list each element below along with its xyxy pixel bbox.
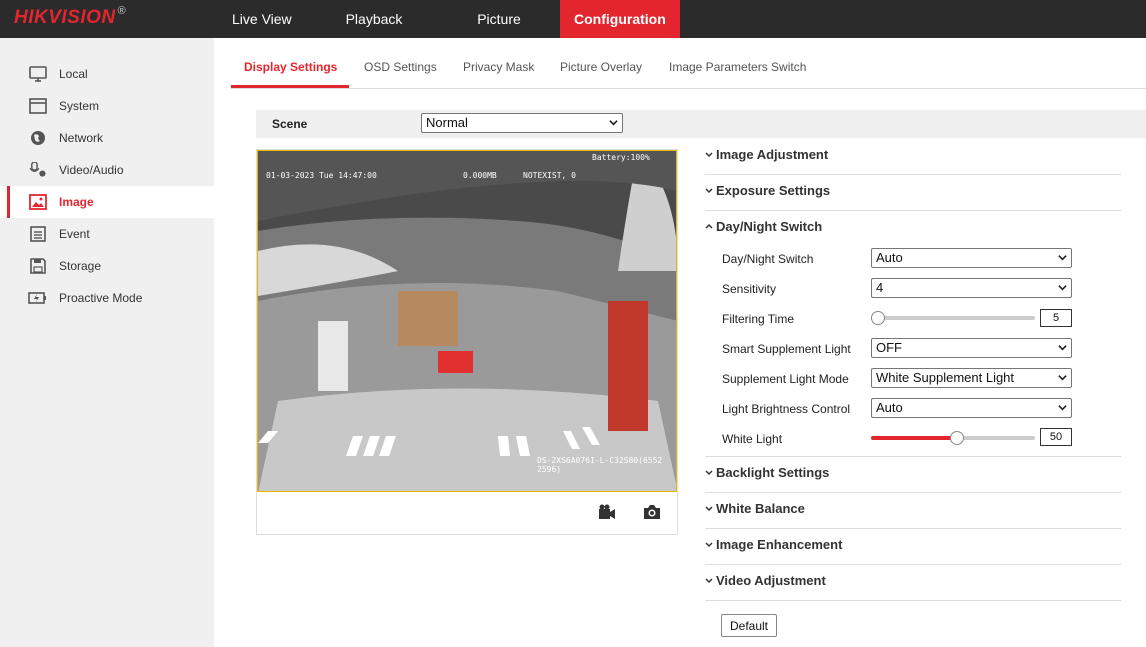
video-scene (258, 151, 676, 491)
sidebar-item-proactive-mode[interactable]: Proactive Mode (0, 282, 214, 314)
osd-storage: 0.000MB (463, 171, 497, 180)
tab-privacy-mask[interactable]: Privacy Mask (463, 60, 534, 74)
filtering-time-slider[interactable] (871, 316, 1035, 320)
tab-image-parameters-switch[interactable]: Image Parameters Switch (669, 60, 806, 74)
record-icon[interactable] (598, 504, 616, 520)
osd-status: NOTEXIST, 0 (523, 171, 576, 180)
sidebar-item-label: Network (59, 131, 104, 145)
sidebar-item-storage[interactable]: Storage (0, 250, 214, 282)
smart-supplement-light-select[interactable]: OFF (871, 338, 1072, 358)
battery-icon (28, 292, 46, 304)
white-light-slider-fill (871, 436, 956, 440)
section-image-enhancement[interactable]: Image Enhancement (705, 537, 1121, 565)
chevron-down-icon (705, 578, 713, 584)
nav-live-view[interactable]: Live View (214, 0, 310, 38)
white-light-label: White Light (722, 432, 783, 446)
settings-tabs: Display Settings OSD Settings Privacy Ma… (231, 48, 1146, 89)
supplement-light-mode-label: Supplement Light Mode (722, 372, 849, 386)
chevron-down-icon (1058, 405, 1067, 411)
chevron-down-icon (705, 542, 713, 548)
sensitivity-label: Sensitivity (722, 282, 777, 296)
sidebar-item-image[interactable]: Image (0, 186, 214, 218)
filtering-time-label: Filtering Time (722, 312, 795, 326)
section-video-adjustment[interactable]: Video Adjustment (705, 573, 1121, 601)
sidebar-item-network[interactable]: Network (0, 122, 214, 154)
save-icon (30, 258, 46, 274)
nav-configuration[interactable]: Configuration (560, 0, 680, 38)
daynight-switch-select[interactable]: Auto (871, 248, 1072, 268)
section-exposure-settings[interactable]: Exposure Settings (705, 183, 1121, 211)
globe-icon (31, 131, 45, 145)
filtering-time-slider-handle[interactable] (871, 311, 885, 325)
osd-datetime: 01-03-2023 Tue 14:47:00 (266, 171, 377, 180)
sidebar-item-label: Local (59, 67, 88, 81)
chevron-down-icon (1058, 255, 1067, 261)
section-image-adjustment[interactable]: Image Adjustment (705, 147, 1121, 175)
sidebar: Local System Network Video/Audio Image E… (0, 38, 214, 647)
calendar-icon (30, 226, 46, 242)
sidebar-item-system[interactable]: System (0, 90, 214, 122)
supplement-light-mode-select[interactable]: White Supplement Light (871, 368, 1072, 388)
top-nav: Live View Playback Picture Configuration (214, 0, 680, 38)
chevron-down-icon (705, 188, 713, 194)
tab-osd-settings[interactable]: OSD Settings (364, 60, 437, 74)
section-backlight-settings[interactable]: Backlight Settings (705, 465, 1121, 493)
image-icon (29, 194, 47, 210)
sidebar-item-local[interactable]: Local (0, 58, 214, 90)
sensitivity-select[interactable]: 4 (871, 278, 1072, 298)
sidebar-item-video-audio[interactable]: Video/Audio (0, 154, 214, 186)
chevron-up-icon (705, 223, 713, 229)
sidebar-item-event[interactable]: Event (0, 218, 214, 250)
smart-supplement-light-label: Smart Supplement Light (722, 342, 851, 356)
chevron-down-icon (609, 120, 618, 126)
section-white-balance[interactable]: White Balance (705, 501, 1121, 529)
sidebar-item-label: System (59, 99, 100, 113)
white-light-slider-handle[interactable] (950, 431, 964, 445)
chevron-down-icon (1058, 345, 1067, 351)
chevron-down-icon (705, 470, 713, 476)
active-indicator (7, 186, 10, 218)
sidebar-item-label: Video/Audio (59, 163, 124, 177)
active-tab-underline (231, 85, 349, 88)
sidebar-item-label: Storage (59, 259, 102, 273)
osd-battery: Battery:100% (592, 153, 650, 162)
system-icon (29, 98, 47, 114)
nav-playback[interactable]: Playback (310, 0, 438, 38)
live-video: 01-03-2023 Tue 14:47:00 0.000MB NOTEXIST… (257, 150, 677, 492)
light-brightness-control-label: Light Brightness Control (722, 402, 851, 416)
tab-display-settings[interactable]: Display Settings (244, 60, 337, 74)
monitor-icon (29, 66, 47, 82)
osd-model: DS-2XS6A076I-L-C32S80(6552 2596) (537, 456, 663, 474)
tab-picture-overlay[interactable]: Picture Overlay (560, 60, 642, 74)
nav-picture[interactable]: Picture (438, 0, 560, 38)
sidebar-item-label: Event (59, 227, 90, 241)
filtering-time-input[interactable]: 5 (1040, 309, 1072, 327)
mic-camera-icon (29, 162, 46, 177)
chevron-down-icon (1058, 375, 1067, 381)
sidebar-item-label: Image (59, 195, 94, 209)
scene-select[interactable]: Normal (421, 113, 623, 133)
chevron-down-icon (705, 152, 713, 158)
default-button[interactable]: Default (721, 614, 777, 637)
chevron-down-icon (1058, 285, 1067, 291)
light-brightness-control-select[interactable]: Auto (871, 398, 1072, 418)
sidebar-item-label: Proactive Mode (59, 291, 143, 305)
top-bar: HIKVISION ® Live View Playback Picture Co… (0, 0, 1146, 38)
daynight-switch-label: Day/Night Switch (722, 252, 814, 266)
scene-bar: Scene Normal (256, 110, 1146, 138)
white-light-input[interactable]: 50 (1040, 428, 1072, 446)
scene-label: Scene (272, 117, 308, 131)
hikvision-logo: HIKVISION ® (14, 5, 127, 28)
chevron-down-icon (705, 506, 713, 512)
capture-icon[interactable] (643, 504, 661, 520)
